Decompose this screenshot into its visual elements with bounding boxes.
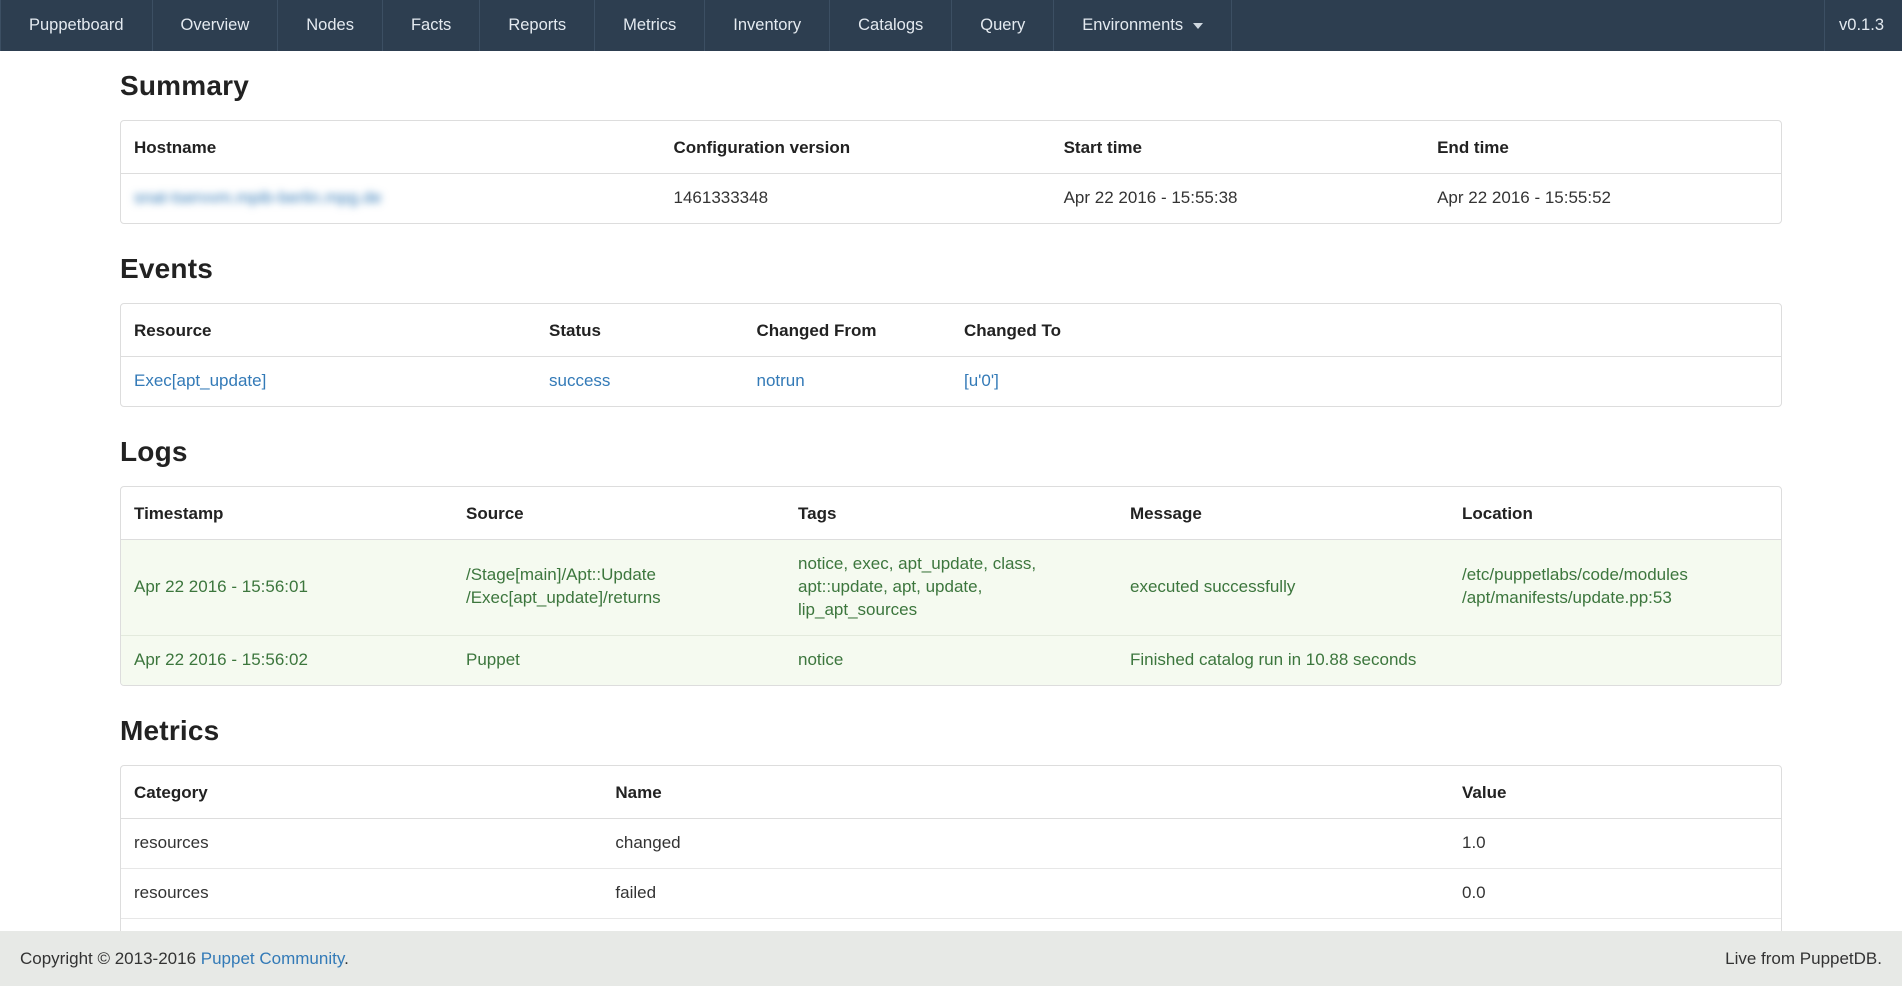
log-row: Apr 22 2016 - 15:56:01 /Stage[main]/Apt:… [121,539,1781,635]
events-panel: Resource Status Changed From Changed To … [120,303,1782,407]
metrics-col-value: Value [1449,766,1781,819]
event-changed-from-link[interactable]: notrun [757,371,805,390]
logs-header-row: Timestamp Source Tags Message Location [121,487,1781,540]
events-header-row: Resource Status Changed From Changed To [121,304,1781,357]
logs-table: Timestamp Source Tags Message Location A… [121,487,1781,685]
app-version-label: v0.1.3 [1824,0,1902,51]
log-timestamp-cell: Apr 22 2016 - 15:56:01 [121,539,453,635]
summary-col-config-version: Configuration version [661,121,1051,174]
log-location-cell [1449,635,1781,684]
event-row: Exec[apt_update] success notrun [u'0'] [121,356,1781,405]
log-row: Apr 22 2016 - 15:56:02 Puppet notice Fin… [121,635,1781,684]
nav-item-metrics[interactable]: Metrics [595,0,705,51]
log-timestamp-cell: Apr 22 2016 - 15:56:02 [121,635,453,684]
logs-panel: Timestamp Source Tags Message Location A… [120,486,1782,686]
logs-col-tags: Tags [785,487,1117,540]
metric-value-cell: 0.0 [1449,868,1781,918]
summary-col-hostname: Hostname [121,121,661,174]
footer-live-status: Live from PuppetDB. [1725,949,1882,969]
event-changed-to-cell: [u'0'] [951,356,1781,405]
copyright-period: . [344,949,349,968]
main-content: Summary Hostname Configuration version S… [120,70,1782,986]
log-message-cell: Finished catalog run in 10.88 seconds [1117,635,1449,684]
nav-item-nodes[interactable]: Nodes [278,0,383,51]
logs-col-message: Message [1117,487,1449,540]
metric-row: resources failed 0.0 [121,868,1781,918]
log-tags-cell: notice [785,635,1117,684]
logs-col-timestamp: Timestamp [121,487,453,540]
logs-col-location: Location [1449,487,1781,540]
metric-name-cell: failed [602,868,1449,918]
summary-col-start-time: Start time [1051,121,1425,174]
metrics-header-row: Category Name Value [121,766,1781,819]
log-source-cell: Puppet [453,635,785,684]
footer-copyright: Copyright © 2013-2016 Puppet Community. [20,949,349,969]
nav-item-query[interactable]: Query [952,0,1054,51]
metric-row: resources changed 1.0 [121,818,1781,868]
summary-table: Hostname Configuration version Start tim… [121,121,1781,223]
logs-col-source: Source [453,487,785,540]
events-table: Resource Status Changed From Changed To … [121,304,1781,406]
event-resource-cell: Exec[apt_update] [121,356,536,405]
navbar-spacer [1232,0,1824,51]
summary-row: snat-tservvm.mpib-berlin.mpg.de 14613333… [121,174,1781,223]
hostname-cell: snat-tservvm.mpib-berlin.mpg.de [121,174,661,223]
summary-panel: Hostname Configuration version Start tim… [120,120,1782,224]
metric-value-cell: 1.0 [1449,818,1781,868]
log-tags-cell: notice, exec, apt_update, class, apt::up… [785,539,1117,635]
navbar-links: Puppetboard Overview Nodes Facts Reports… [0,0,1232,51]
summary-col-end-time: End time [1424,121,1781,174]
nav-item-catalogs[interactable]: Catalogs [830,0,952,51]
summary-heading: Summary [120,70,1782,102]
metrics-heading: Metrics [120,715,1782,747]
metric-name-cell: changed [602,818,1449,868]
event-resource-link[interactable]: Exec[apt_update] [134,371,266,390]
puppet-community-link[interactable]: Puppet Community [201,949,344,968]
navbar-brand-puppetboard[interactable]: Puppetboard [0,0,153,51]
environments-dropdown-label: Environments [1082,0,1183,51]
hostname-link[interactable]: snat-tservvm.mpib-berlin.mpg.de [134,188,382,207]
event-status-link[interactable]: success [549,371,610,390]
caret-down-icon [1193,23,1203,29]
events-col-changed-to: Changed To [951,304,1781,357]
nav-item-reports[interactable]: Reports [480,0,595,51]
nav-dropdown-environments[interactable]: Environments [1054,0,1232,51]
top-navbar: Puppetboard Overview Nodes Facts Reports… [0,0,1902,51]
metric-category-cell: resources [121,818,602,868]
nav-item-inventory[interactable]: Inventory [705,0,830,51]
metrics-col-name: Name [602,766,1449,819]
logs-heading: Logs [120,436,1782,468]
log-source-cell: /Stage[main]/Apt::Update /Exec[apt_updat… [453,539,785,635]
events-col-resource: Resource [121,304,536,357]
events-col-status: Status [536,304,744,357]
events-col-changed-from: Changed From [744,304,952,357]
event-status-cell: success [536,356,744,405]
end-time-cell: Apr 22 2016 - 15:55:52 [1424,174,1781,223]
metric-category-cell: resources [121,868,602,918]
log-location-cell: /etc/puppetlabs/code/modules /apt/manife… [1449,539,1781,635]
page-footer: Copyright © 2013-2016 Puppet Community. … [0,931,1902,986]
nav-item-facts[interactable]: Facts [383,0,480,51]
events-heading: Events [120,253,1782,285]
config-version-cell: 1461333348 [661,174,1051,223]
metrics-col-category: Category [121,766,602,819]
start-time-cell: Apr 22 2016 - 15:55:38 [1051,174,1425,223]
copyright-text: Copyright © 2013-2016 [20,949,201,968]
summary-header-row: Hostname Configuration version Start tim… [121,121,1781,174]
nav-item-overview[interactable]: Overview [153,0,279,51]
event-changed-from-cell: notrun [744,356,952,405]
event-changed-to-link[interactable]: [u'0'] [964,371,999,390]
log-message-cell: executed successfully [1117,539,1449,635]
